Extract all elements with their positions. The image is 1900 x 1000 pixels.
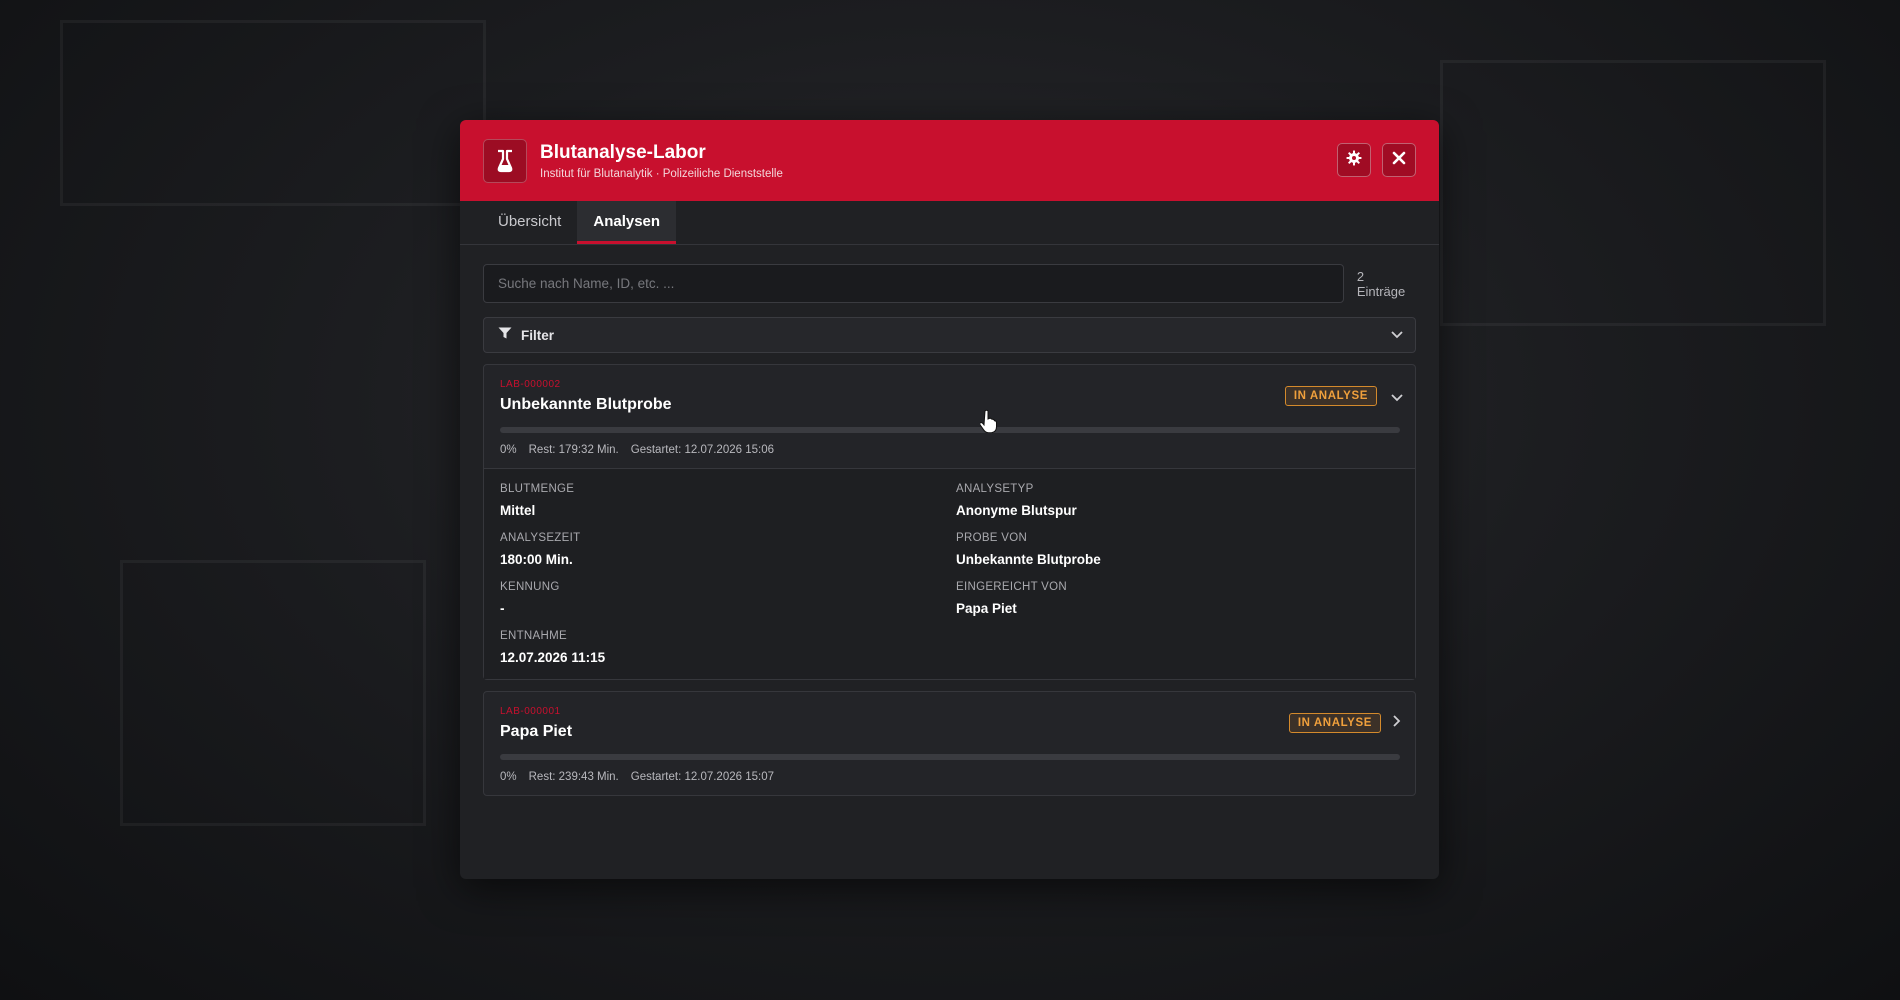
search-input[interactable]: [483, 264, 1344, 303]
tab-bar: Übersicht Analysen: [460, 201, 1439, 245]
status-badge: IN ANALYSE: [1284, 386, 1377, 406]
analysis-card[interactable]: LAB-000001 Papa Piet IN ANALYSE 0% Rest:…: [483, 691, 1416, 796]
background-window: [60, 20, 486, 206]
analyses-content: 2 Einträge Filter LAB-000002 Unbekannte …: [460, 245, 1439, 796]
detail-blutmenge: Mittel: [500, 503, 536, 518]
detail-eingereicht-von: Papa Piet: [956, 601, 1017, 616]
settings-button[interactable]: [1337, 143, 1371, 177]
detail-label: EINGEREICHT VON: [956, 581, 1067, 593]
gear-icon: [1346, 150, 1362, 171]
remaining-time: Rest: 239:43 Min.: [528, 771, 619, 783]
modal-header: Blutanalyse-Labor Institut für Blutanaly…: [460, 120, 1439, 201]
analysis-name: Unbekannte Blutprobe: [500, 396, 672, 413]
modal-title: Blutanalyse-Labor: [540, 141, 706, 163]
analysis-card[interactable]: LAB-000002 Unbekannte Blutprobe IN ANALY…: [483, 364, 1416, 680]
progress-percent: 0%: [500, 771, 517, 783]
status-badge: IN ANALYSE: [1288, 713, 1381, 733]
lab-id: LAB-000002: [500, 379, 561, 390]
started-time: Gestartet: 12.07.2026 15:06: [630, 444, 774, 456]
progress-percent: 0%: [500, 444, 517, 456]
detail-kennung: -: [500, 601, 505, 616]
modal-subtitle: Institut für Blutanalytik · Polizeiliche…: [540, 167, 783, 180]
remaining-time: Rest: 179:32 Min.: [528, 444, 619, 456]
detail-analysezeit: 180:00 Min.: [500, 552, 573, 567]
detail-label: KENNUNG: [500, 581, 560, 593]
started-time: Gestartet: 12.07.2026 15:07: [630, 771, 774, 783]
detail-label: BLUTMENGE: [500, 483, 575, 495]
lab-id: LAB-000001: [500, 706, 561, 717]
analysis-details: BLUTMENGE Mittel ANALYSETYP Anonyme Blut…: [484, 468, 1415, 679]
entry-count: 2 Einträge: [1356, 268, 1406, 299]
lab-modal: Blutanalyse-Labor Institut für Blutanaly…: [460, 120, 1439, 879]
detail-analysetyp: Anonyme Blutspur: [956, 503, 1077, 518]
background-shelf: [120, 560, 426, 826]
tab-uebersicht[interactable]: Übersicht: [482, 201, 577, 244]
detail-probe-von: Unbekannte Blutprobe: [956, 552, 1101, 567]
detail-label: ANALYSETYP: [956, 483, 1034, 495]
chevron-down-icon: [1391, 326, 1403, 344]
chevron-down-icon[interactable]: [1391, 389, 1403, 407]
detail-label: ENTNAHME: [500, 630, 567, 642]
filter-icon: [498, 326, 512, 344]
close-button[interactable]: [1382, 143, 1416, 177]
detail-label: PROBE VON: [956, 532, 1028, 544]
close-icon: [1392, 151, 1406, 170]
flask-icon: [483, 138, 527, 183]
background-window: [1440, 60, 1826, 326]
chevron-right-icon[interactable]: [1393, 714, 1401, 732]
hand-cursor-icon: [979, 409, 998, 438]
detail-label: ANALYSEZEIT: [500, 532, 581, 544]
tab-analysen[interactable]: Analysen: [577, 201, 677, 244]
detail-entnahme: 12.07.2026 11:15: [500, 650, 606, 665]
filter-toggle[interactable]: Filter: [483, 317, 1416, 353]
filter-label: Filter: [521, 327, 555, 343]
analysis-name: Papa Piet: [500, 723, 573, 740]
